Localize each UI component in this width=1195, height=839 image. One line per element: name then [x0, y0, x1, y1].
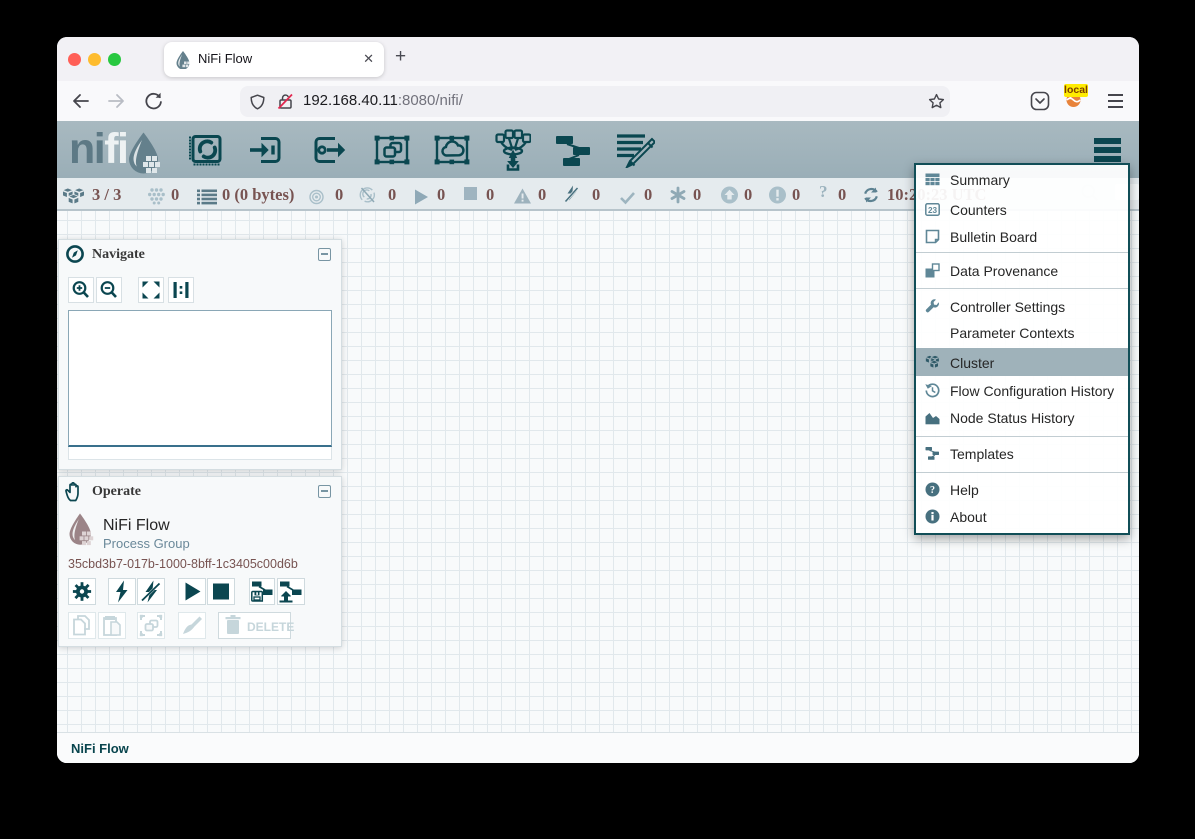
svg-text:?: ?: [930, 485, 935, 496]
svg-text:23: 23: [928, 206, 938, 215]
